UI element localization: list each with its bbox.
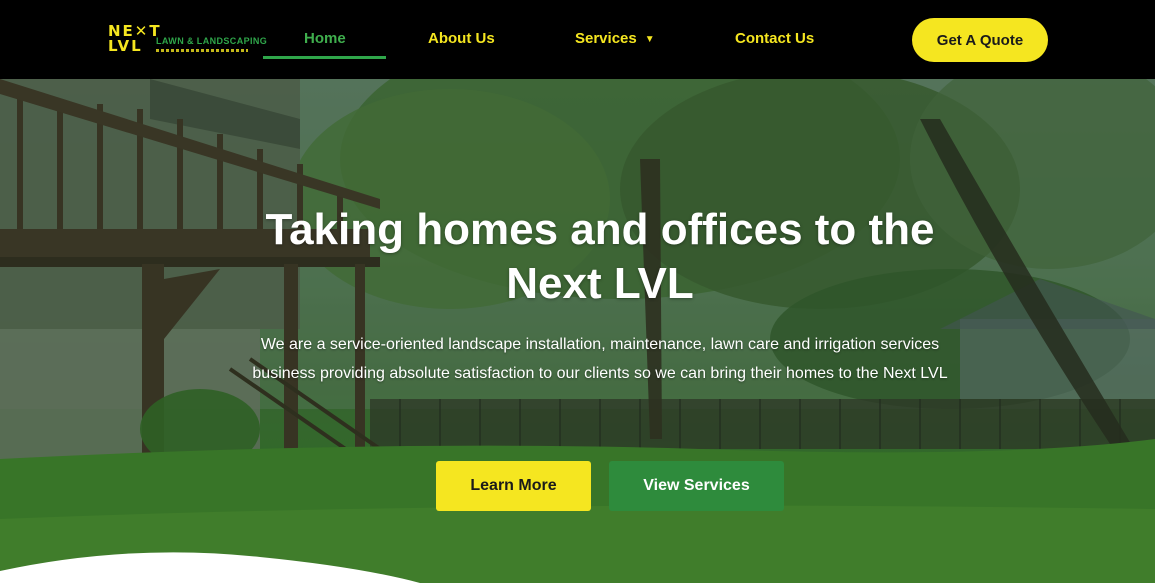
hero-title: Taking homes and offices to the Next LVL — [265, 205, 935, 308]
logo[interactable]: NE✕T LVL LAWN & LANDSCAPING — [106, 22, 267, 58]
nav-active-underline — [263, 56, 386, 59]
logo-mark: NE✕T LVL — [106, 22, 160, 56]
hero-subtitle: We are a service-oriented landscape inst… — [252, 336, 948, 382]
nav-home[interactable]: Home — [304, 30, 346, 47]
learn-more-button[interactable]: Learn More — [436, 461, 591, 511]
nav-about[interactable]: About Us — [428, 30, 495, 47]
hero-section: Taking homes and offices to the Next LVL… — [0, 79, 1155, 583]
logo-text: LAWN & LANDSCAPING — [156, 36, 268, 46]
nav-services[interactable]: Services ▼ — [575, 30, 655, 47]
view-services-button[interactable]: View Services — [609, 461, 784, 511]
get-quote-button[interactable]: Get A Quote — [912, 18, 1048, 62]
section-divider-wave — [0, 552, 420, 583]
logo-tagline — [156, 49, 248, 52]
nav-services-label: Services — [575, 30, 637, 47]
logo-mark-line2: LVL — [108, 37, 143, 55]
nav-contact[interactable]: Contact Us — [735, 30, 814, 47]
chevron-down-icon: ▼ — [644, 34, 655, 45]
site-header: NE✕T LVL LAWN & LANDSCAPING Home About U… — [0, 0, 1155, 79]
